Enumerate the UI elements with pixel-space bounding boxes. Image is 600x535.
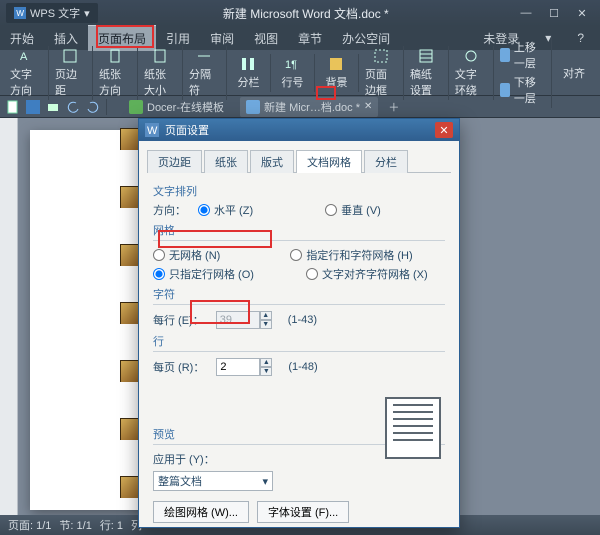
tab-close-icon[interactable]: ✕ (364, 101, 372, 112)
radio-no-grid[interactable]: 无网格 (N) (153, 247, 220, 263)
dtab-layout[interactable]: 版式 (250, 150, 294, 173)
preview-thumbnail (385, 397, 441, 459)
btn-font-settings[interactable]: 字体设置 (F)... (257, 501, 349, 523)
btn-bring-forward[interactable]: 上移一层 (500, 39, 545, 71)
document-title: 新建 Microsoft Word 文档.doc * (98, 5, 514, 22)
minimize-button[interactable]: — (514, 4, 538, 22)
new-icon[interactable] (6, 100, 20, 114)
btn-line-numbers[interactable]: 1¶行号 (271, 54, 315, 92)
radio-align-char-grid[interactable]: 文字对齐字符网格 (X) (306, 266, 428, 282)
per-page-spinner[interactable]: ▲▼ (260, 358, 272, 376)
btn-text-wrap[interactable]: 文字环绕 (449, 46, 494, 100)
menu-view[interactable]: 视图 (244, 26, 288, 51)
svg-text:W: W (16, 9, 24, 18)
dtab-paper[interactable]: 纸张 (204, 150, 248, 173)
undo-icon[interactable] (66, 100, 80, 114)
per-line-spinner: ▲▼ (260, 311, 272, 329)
radio-line-char-grid[interactable]: 指定行和字符网格 (H) (290, 247, 412, 263)
apply-to-label: 应用于 (Y)： (153, 451, 215, 467)
dtab-grid[interactable]: 文档网格 (296, 150, 362, 173)
radio-horizontal[interactable]: 水平 (Z) (198, 202, 253, 218)
btn-columns[interactable]: 分栏 (227, 54, 271, 92)
radio-line-only-grid[interactable]: 只指定行网格 (O) (153, 266, 254, 282)
send-backward-icon (500, 83, 510, 97)
docer-icon (129, 100, 143, 114)
per-page-label: 每页 (R)： (153, 359, 204, 375)
print-icon[interactable] (46, 100, 60, 114)
dtab-margins[interactable]: 页边距 (147, 150, 202, 173)
radio-vertical[interactable]: 垂直 (V) (325, 202, 381, 218)
btn-orientation[interactable]: 纸张方向 (93, 46, 138, 100)
chevron-down-icon: ▾ (84, 7, 90, 20)
vertical-ruler (0, 118, 18, 515)
dialog-tabs: 页边距 纸张 版式 文档网格 分栏 (147, 149, 451, 173)
per-page-input[interactable] (216, 358, 260, 376)
save-icon[interactable] (26, 100, 40, 114)
btn-background[interactable]: 背景 (315, 54, 359, 92)
direction-label: 方向： (153, 202, 186, 218)
btn-send-backward[interactable]: 下移一层 (500, 74, 545, 106)
btn-paper-size[interactable]: 纸张大小 (138, 46, 183, 100)
section-text-arrange: 文字排列 (153, 183, 445, 199)
dialog-titlebar[interactable]: W 页面设置 ✕ (139, 119, 459, 141)
ribbon: A文字方向 页边距 纸张方向 纸张大小 分隔符 分栏 1¶行号 背景 页面边框 … (0, 50, 600, 96)
per-line-label: 每行 (E)： (153, 312, 204, 328)
btn-drawing-grid[interactable]: 绘图网格 (W)... (153, 501, 249, 523)
tab-add-icon[interactable]: ＋ (388, 99, 399, 115)
dialog-icon: W (145, 123, 159, 137)
status-section: 节: 1/1 (59, 517, 91, 533)
chevron-down-icon: ▾ (262, 475, 268, 488)
apply-to-select[interactable]: 整篇文档▾ (153, 471, 273, 491)
btn-breaks[interactable]: 分隔符 (183, 46, 227, 100)
menu-chapter[interactable]: 章节 (288, 26, 332, 51)
redo-icon[interactable] (86, 100, 100, 114)
close-button[interactable]: ✕ (570, 4, 594, 22)
page-setup-dialog: W 页面设置 ✕ 页边距 纸张 版式 文档网格 分栏 文字排列 方向： 水平 (… (138, 118, 460, 528)
btn-margins[interactable]: 页边距 (49, 46, 93, 100)
section-char: 字符 (153, 286, 445, 302)
help-icon[interactable]: ? (567, 27, 594, 49)
btn-align[interactable]: 对齐 (552, 63, 596, 83)
app-icon: W (14, 7, 26, 19)
maximize-button[interactable]: ☐ (542, 4, 566, 22)
dtab-columns[interactable]: 分栏 (364, 150, 408, 173)
word-doc-icon (246, 100, 260, 114)
per-line-range: (1-43) (288, 314, 317, 326)
app-name: WPS 文字 (30, 5, 80, 21)
svg-text:W: W (147, 125, 158, 137)
tab-docer[interactable]: Docer-在线模板 (123, 97, 230, 117)
btn-genko[interactable]: 稿纸设置 (404, 46, 449, 100)
dialog-title: 页面设置 (165, 122, 209, 138)
status-page: 页面: 1/1 (8, 517, 51, 533)
titlebar: W WPS 文字 ▾ 新建 Microsoft Word 文档.doc * — … (0, 0, 600, 26)
bring-forward-icon (500, 48, 510, 62)
tab-current-doc[interactable]: 新建 Micr…档.doc *✕ (240, 97, 378, 117)
btn-page-border[interactable]: 页面边框 (359, 46, 404, 100)
per-page-range: (1-48) (288, 361, 317, 373)
dialog-close-button[interactable]: ✕ (435, 122, 453, 138)
svg-text:A: A (20, 51, 28, 63)
status-line: 行: 1 (100, 517, 123, 533)
section-grid: 网格 (153, 222, 445, 238)
app-menu[interactable]: W WPS 文字 ▾ (6, 3, 98, 23)
btn-text-direction[interactable]: A文字方向 (4, 46, 49, 100)
section-line: 行 (153, 333, 445, 349)
svg-text:1¶: 1¶ (285, 59, 297, 71)
per-line-input (216, 311, 260, 329)
